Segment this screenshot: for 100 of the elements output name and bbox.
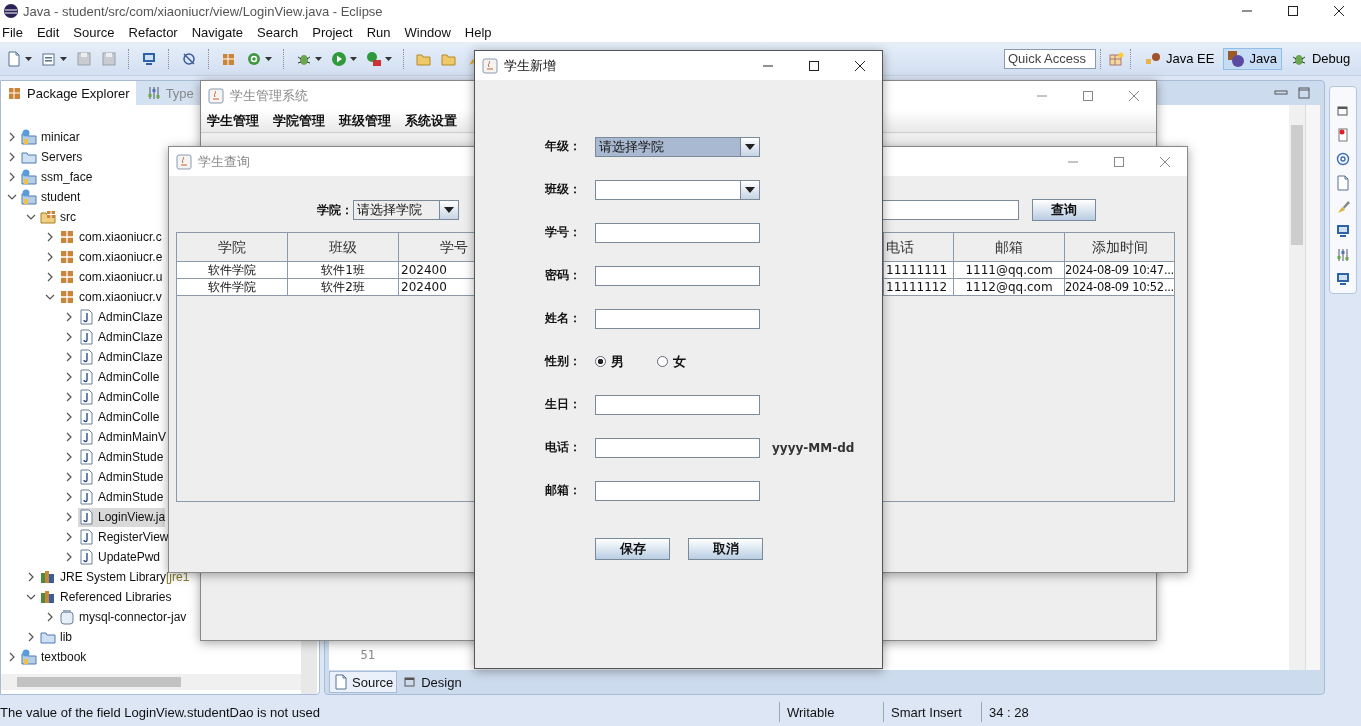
chevron-right-icon[interactable] — [64, 352, 74, 362]
chevron-right-icon[interactable] — [64, 312, 74, 322]
input-field[interactable] — [595, 394, 760, 415]
caret-icon[interactable] — [315, 56, 322, 61]
menu-item[interactable]: File — [2, 24, 23, 40]
column-header[interactable]: 添加时间 — [1065, 233, 1174, 261]
perspective-button[interactable]: Java EE — [1140, 47, 1220, 70]
input-field[interactable] — [595, 480, 760, 501]
chevron-right-icon[interactable] — [7, 652, 17, 662]
tree-item[interactable]: student — [21, 187, 81, 207]
close-icon[interactable] — [854, 59, 866, 72]
caret-icon[interactable] — [385, 56, 392, 61]
horizontal-scrollbar[interactable] — [1, 674, 301, 690]
menu-item[interactable]: Navigate — [191, 24, 243, 40]
caret-icon[interactable] — [60, 56, 67, 61]
chevron-right-icon[interactable] — [64, 432, 74, 442]
chevron-right-icon[interactable] — [64, 532, 74, 542]
chevron-right-icon[interactable] — [64, 452, 74, 462]
tree-item[interactable]: textbook — [21, 647, 87, 667]
dialog-button[interactable]: 保存 — [595, 538, 670, 560]
menu-item[interactable]: Project — [312, 24, 353, 40]
chevron-right-icon[interactable] — [7, 152, 17, 162]
chevron-right-icon[interactable] — [64, 332, 74, 342]
input-field[interactable] — [595, 308, 760, 329]
tree-item[interactable]: AdminClaze — [78, 327, 163, 347]
chevron-right-icon[interactable] — [45, 232, 55, 242]
column-header[interactable]: 电话 — [884, 233, 954, 261]
chevron-right-icon[interactable] — [26, 572, 36, 582]
chevron-right-icon[interactable] — [64, 372, 74, 382]
input-field[interactable] — [595, 265, 760, 286]
tree-item[interactable]: com.xiaoniucr.u — [59, 267, 163, 287]
tree-item[interactable]: UpdatePwd — [78, 547, 161, 567]
tree-item[interactable]: RegisterView — [78, 527, 169, 547]
menu-item[interactable]: 学生管理 — [207, 112, 259, 130]
menu-item[interactable]: Source — [73, 24, 115, 40]
close-icon[interactable] — [1333, 5, 1345, 17]
column-header[interactable]: 学院 — [177, 233, 288, 261]
menu-item[interactable]: 学院管理 — [273, 112, 325, 130]
radio-button[interactable]: 女 — [657, 352, 686, 371]
chevron-right-icon[interactable] — [64, 392, 74, 402]
tree-item[interactable]: AdminMainV — [78, 427, 167, 447]
minimize-icon[interactable] — [1274, 88, 1288, 98]
tree-item[interactable]: AdminClaze — [78, 307, 163, 327]
dialog-button[interactable]: 取消 — [688, 538, 763, 560]
chevron-down-icon[interactable] — [7, 192, 17, 202]
tree-item[interactable]: AdminClaze — [78, 347, 163, 367]
menu-item[interactable]: Window — [404, 24, 451, 40]
column-header[interactable]: 邮箱 — [954, 233, 1065, 261]
tree-item[interactable]: src — [40, 207, 76, 227]
tree-item[interactable]: AdminStude — [78, 487, 164, 507]
chevron-down-icon[interactable] — [45, 292, 55, 302]
editor-tab[interactable]: Design — [399, 672, 465, 692]
input-field[interactable] — [595, 437, 760, 458]
quick-access-field[interactable]: Quick Access — [1004, 48, 1096, 69]
chevron-right-icon[interactable] — [45, 252, 55, 262]
chevron-right-icon[interactable] — [45, 612, 55, 622]
chevron-down-icon[interactable] — [26, 592, 36, 602]
menu-item[interactable]: 班级管理 — [339, 112, 391, 130]
caret-icon[interactable] — [265, 56, 272, 61]
maximize-icon[interactable] — [1287, 5, 1299, 17]
editor-tab[interactable]: Source — [329, 671, 398, 693]
chevron-right-icon[interactable] — [7, 172, 17, 182]
menu-item[interactable]: Run — [366, 24, 391, 40]
chevron-right-icon[interactable] — [64, 412, 74, 422]
tree-item[interactable]: AdminColle — [78, 407, 160, 427]
chevron-right-icon[interactable] — [64, 552, 74, 562]
chevron-right-icon[interactable] — [64, 492, 74, 502]
tree-item[interactable]: AdminStude — [78, 467, 164, 487]
input-field[interactable] — [595, 222, 760, 243]
tree-item[interactable]: com.xiaoniucr.e — [59, 247, 163, 267]
perspective-button[interactable]: Debug — [1285, 47, 1356, 70]
vertical-scrollbar[interactable] — [1289, 105, 1305, 670]
tree-item[interactable]: com.xiaoniucr.c — [59, 227, 162, 247]
chevron-down-icon[interactable] — [26, 212, 36, 222]
tree-item[interactable]: minicar — [21, 127, 80, 147]
tree-item[interactable]: AdminStude — [78, 447, 164, 467]
menu-item[interactable]: 系统设置 — [405, 112, 457, 130]
radio-button[interactable]: 男 — [595, 352, 624, 371]
menu-item[interactable]: Search — [257, 24, 299, 40]
chevron-right-icon[interactable] — [45, 272, 55, 282]
tree-item[interactable]: lib — [40, 627, 72, 647]
chevron-right-icon[interactable] — [7, 132, 17, 142]
view-tab[interactable]: Package Explorer — [1, 81, 136, 105]
chevron-right-icon[interactable] — [64, 512, 74, 522]
menu-item[interactable]: Refactor — [128, 24, 178, 40]
perspective-button[interactable]: Java — [1223, 47, 1282, 70]
menu-item[interactable]: Edit — [36, 24, 60, 40]
chevron-right-icon[interactable] — [26, 632, 36, 642]
caret-icon[interactable] — [350, 56, 357, 61]
caret-icon[interactable] — [25, 56, 32, 61]
tree-item[interactable]: Referenced Libraries — [40, 587, 172, 607]
menu-item[interactable]: Help — [464, 24, 492, 40]
dropdown[interactable] — [595, 179, 760, 200]
column-header[interactable]: 班级 — [288, 233, 399, 261]
tree-item[interactable]: AdminColle — [78, 367, 160, 387]
chevron-right-icon[interactable] — [64, 472, 74, 482]
search-button[interactable]: 查询 — [1032, 199, 1096, 221]
tree-item[interactable]: ssm_face — [21, 167, 93, 187]
maximize-icon[interactable] — [808, 59, 820, 72]
tree-item[interactable]: mysql-connector-jav — [59, 607, 187, 627]
